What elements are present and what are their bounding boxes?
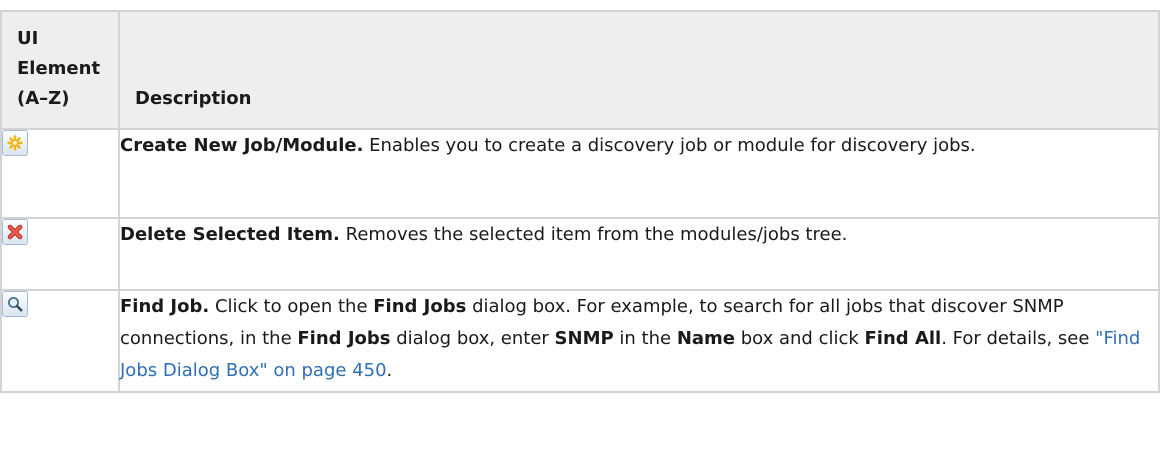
ui-term: Name — [676, 328, 735, 349]
header-line: (A–Z) — [17, 88, 70, 109]
text-segment: . For details, see — [941, 328, 1096, 349]
text-segment: box and click — [735, 328, 865, 349]
ui-term: Find Jobs — [373, 296, 467, 317]
table-row: Create New Job/Module. Enables you to cr… — [0, 128, 1160, 219]
element-description: Removes the selected item from the modul… — [339, 224, 848, 245]
icon-cell — [0, 128, 120, 219]
element-description: Enables you to create a discovery job or… — [363, 135, 976, 156]
icon-cell — [0, 217, 120, 291]
description-cell: Find Job. Click to open the Find Jobs di… — [118, 289, 1160, 393]
description-cell: Create New Job/Module. Enables you to cr… — [118, 128, 1160, 219]
delete-icon — [2, 219, 28, 245]
ui-elements-table: UI Element (A–Z) Description Create New … — [0, 10, 1160, 393]
ui-term: Find Jobs — [297, 328, 391, 349]
ui-term: SNMP — [554, 328, 614, 349]
element-title: Delete Selected Item. — [120, 224, 340, 245]
ui-term: Find All — [864, 328, 942, 349]
text-segment: Click to open the — [209, 296, 374, 317]
header-line: Element — [17, 58, 101, 79]
text-segment: dialog box, enter — [390, 328, 555, 349]
table-row: Find Job. Click to open the Find Jobs di… — [0, 289, 1160, 393]
header-line: UI — [17, 28, 39, 49]
column-header-ui-element: UI Element (A–Z) — [0, 10, 120, 130]
text-segment: . — [386, 360, 393, 381]
table-header-row: UI Element (A–Z) Description — [0, 10, 1160, 130]
element-title: Create New Job/Module. — [120, 135, 364, 156]
find-icon — [2, 291, 28, 317]
table-row: Delete Selected Item. Removes the select… — [0, 217, 1160, 291]
description-cell: Delete Selected Item. Removes the select… — [118, 217, 1160, 291]
icon-cell — [0, 289, 120, 393]
element-title: Find Job. — [120, 296, 210, 317]
text-segment: in the — [613, 328, 677, 349]
column-header-description: Description — [118, 10, 1160, 130]
create-new-icon — [2, 130, 28, 156]
